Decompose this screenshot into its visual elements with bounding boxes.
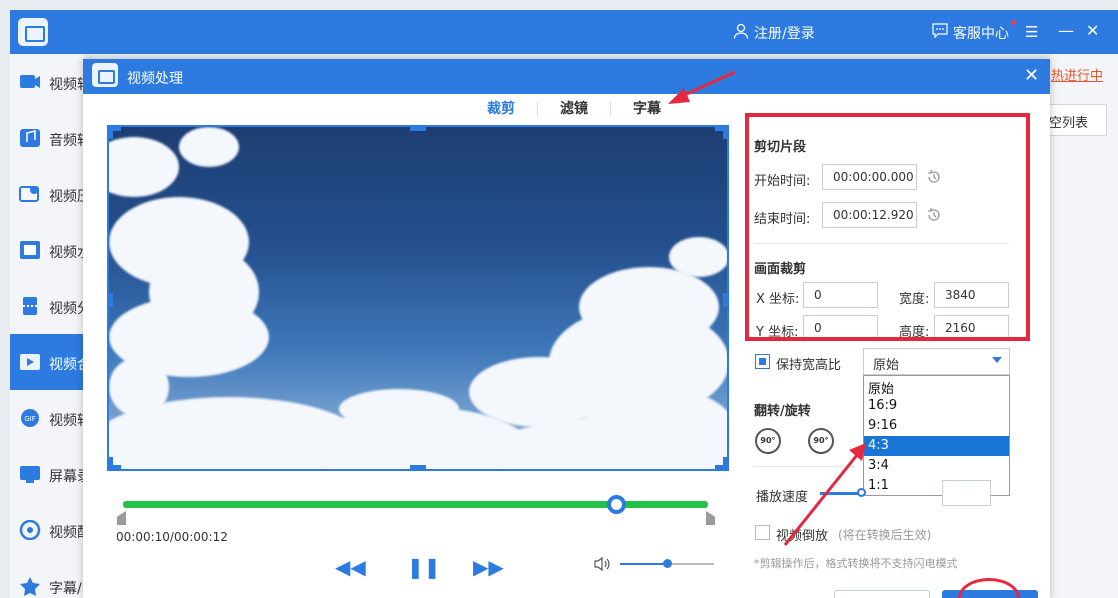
sidebar-item-subtitle[interactable]: 字幕/	[10, 558, 84, 598]
cancel-button[interactable]	[834, 590, 930, 598]
ratio-dropdown: 原始 16:9 9:16 4:3 3:4 1:1	[863, 375, 1010, 496]
ratio-option[interactable]: 原始	[864, 376, 1009, 397]
keep-ratio-label: 保持宽高比	[776, 358, 842, 373]
highlight-box	[745, 113, 1030, 341]
ratio-option[interactable]: 9:16	[864, 416, 1009, 436]
rotate-ccw-icon[interactable]: 90°	[808, 428, 834, 454]
app-logo	[18, 18, 48, 46]
video-split-icon	[23, 297, 37, 315]
speed-field[interactable]	[942, 480, 991, 506]
reverse-label: 视频倒放	[776, 529, 829, 544]
tab-separator	[610, 102, 611, 116]
sidebar-item-label: 视频转	[49, 77, 84, 93]
volume-knob[interactable]	[663, 559, 672, 568]
screen-record-icon	[20, 466, 40, 483]
sidebar-item-video-compress[interactable]: 视频压	[10, 166, 84, 222]
forward-button[interactable]: ▶▶	[473, 555, 504, 579]
reverse-checkbox[interactable]	[755, 525, 770, 540]
dialog-logo	[92, 63, 118, 87]
video-compress-icon	[19, 186, 39, 202]
chevron-down-icon[interactable]	[992, 357, 1002, 363]
tab-separator	[537, 102, 538, 116]
hot-progress-link[interactable]: 热进行中	[1051, 65, 1103, 84]
ratio-option-highlighted[interactable]: 4:3	[864, 436, 1009, 456]
video-preview[interactable]	[107, 125, 729, 471]
divider	[754, 466, 854, 467]
tab-subtitle[interactable]: 字幕	[633, 98, 661, 118]
audio-convert-icon	[20, 129, 40, 147]
svg-text:GIF: GIF	[24, 415, 36, 423]
video-merge-icon	[20, 354, 40, 370]
time-readout: 00:00:10/00:00:12	[116, 530, 228, 544]
speed-knob[interactable]	[857, 488, 866, 497]
tab-crop[interactable]: 裁剪	[487, 98, 515, 118]
keep-ratio-checkbox[interactable]	[755, 354, 770, 369]
crop-handle[interactable]	[109, 293, 113, 307]
crop-handle[interactable]	[723, 293, 727, 307]
flip-section-title: 翻转/旋转	[754, 404, 811, 419]
reverse-note: (将在转换后生效)	[838, 528, 932, 542]
ratio-select[interactable]: 原始	[863, 348, 1010, 375]
volume-icon[interactable]	[593, 556, 611, 572]
user-icon[interactable]	[733, 23, 749, 39]
menu-icon[interactable]: ☰	[1025, 23, 1038, 41]
rewind-button[interactable]: ◀◀	[335, 555, 366, 579]
crop-handle[interactable]	[410, 127, 426, 131]
speed-label: 播放速度	[756, 490, 809, 505]
ratio-option[interactable]: 16:9	[864, 396, 1009, 416]
sidebar-item-label: 视频合	[49, 357, 84, 373]
minimize-icon[interactable]: —	[1058, 21, 1074, 40]
service-center-link[interactable]: 客服中心	[953, 23, 1009, 43]
sidebar-item-video-merge[interactable]: 视频合	[10, 334, 84, 390]
sidebar-item-video-split[interactable]: 视频分	[10, 278, 84, 334]
crop-handle[interactable]	[109, 457, 113, 469]
trim-start-handle[interactable]	[117, 511, 126, 525]
pause-button[interactable]: ❚❚	[407, 555, 441, 579]
sidebar: 视频转 音频转 视频压 视频水 视频分 视频合 GIF 视频转 屏幕录 视频配 …	[10, 54, 84, 598]
sidebar-item-audio-convert[interactable]: 音频转	[10, 110, 84, 166]
sidebar-item-video-dub[interactable]: 视频配	[10, 502, 84, 558]
rotate-cw-icon[interactable]: 90°	[755, 428, 781, 454]
dialog-close-icon[interactable]: ✕	[1024, 65, 1039, 86]
dialog-title: 视频处理	[127, 71, 183, 87]
sidebar-item-label: 音频转	[49, 133, 84, 149]
sidebar-item-video-watermark[interactable]: 视频水	[10, 222, 84, 278]
login-link[interactable]: 注册/登录	[754, 23, 815, 43]
video-dub-icon	[19, 520, 41, 540]
close-icon[interactable]: ✕	[1086, 21, 1099, 40]
crop-handle[interactable]	[410, 465, 426, 469]
crop-handle[interactable]	[723, 127, 727, 139]
notification-dot	[1011, 20, 1016, 25]
gif-icon: GIF	[21, 409, 39, 427]
video-watermark-icon	[20, 241, 40, 259]
crop-handle[interactable]	[723, 457, 727, 469]
sidebar-item-label: 字幕/	[49, 581, 82, 597]
sidebar-item-label: 视频配	[49, 525, 84, 541]
subtitle-icon	[20, 577, 40, 596]
tab-filter[interactable]: 滤镜	[560, 98, 588, 118]
sidebar-item-label: 视频转	[49, 413, 84, 429]
sidebar-item-label: 视频压	[49, 189, 84, 205]
sidebar-item-label: 视频分	[49, 301, 84, 317]
crop-handle[interactable]	[109, 127, 113, 139]
volume-fill	[620, 563, 667, 565]
video-convert-icon	[20, 75, 40, 88]
dialog-title-bar: 视频处理 ✕	[83, 59, 1050, 94]
sidebar-item-label: 屏幕录	[49, 469, 84, 485]
sidebar-item-gif[interactable]: GIF 视频转	[10, 390, 84, 446]
playhead[interactable]	[607, 495, 626, 514]
sidebar-item-screen-record[interactable]: 屏幕录	[10, 446, 84, 502]
sidebar-item-label: 视频水	[49, 245, 84, 261]
app-title-bar: 注册/登录 客服中心 ☰ — ✕	[10, 10, 1118, 54]
ratio-option[interactable]: 3:4	[864, 456, 1009, 476]
trim-end-handle[interactable]	[706, 511, 715, 525]
footnote: *剪辑操作后，格式转换将不支持闪电模式	[754, 557, 958, 570]
sidebar-item-video-convert[interactable]: 视频转	[10, 54, 84, 110]
chat-icon[interactable]	[932, 23, 948, 38]
